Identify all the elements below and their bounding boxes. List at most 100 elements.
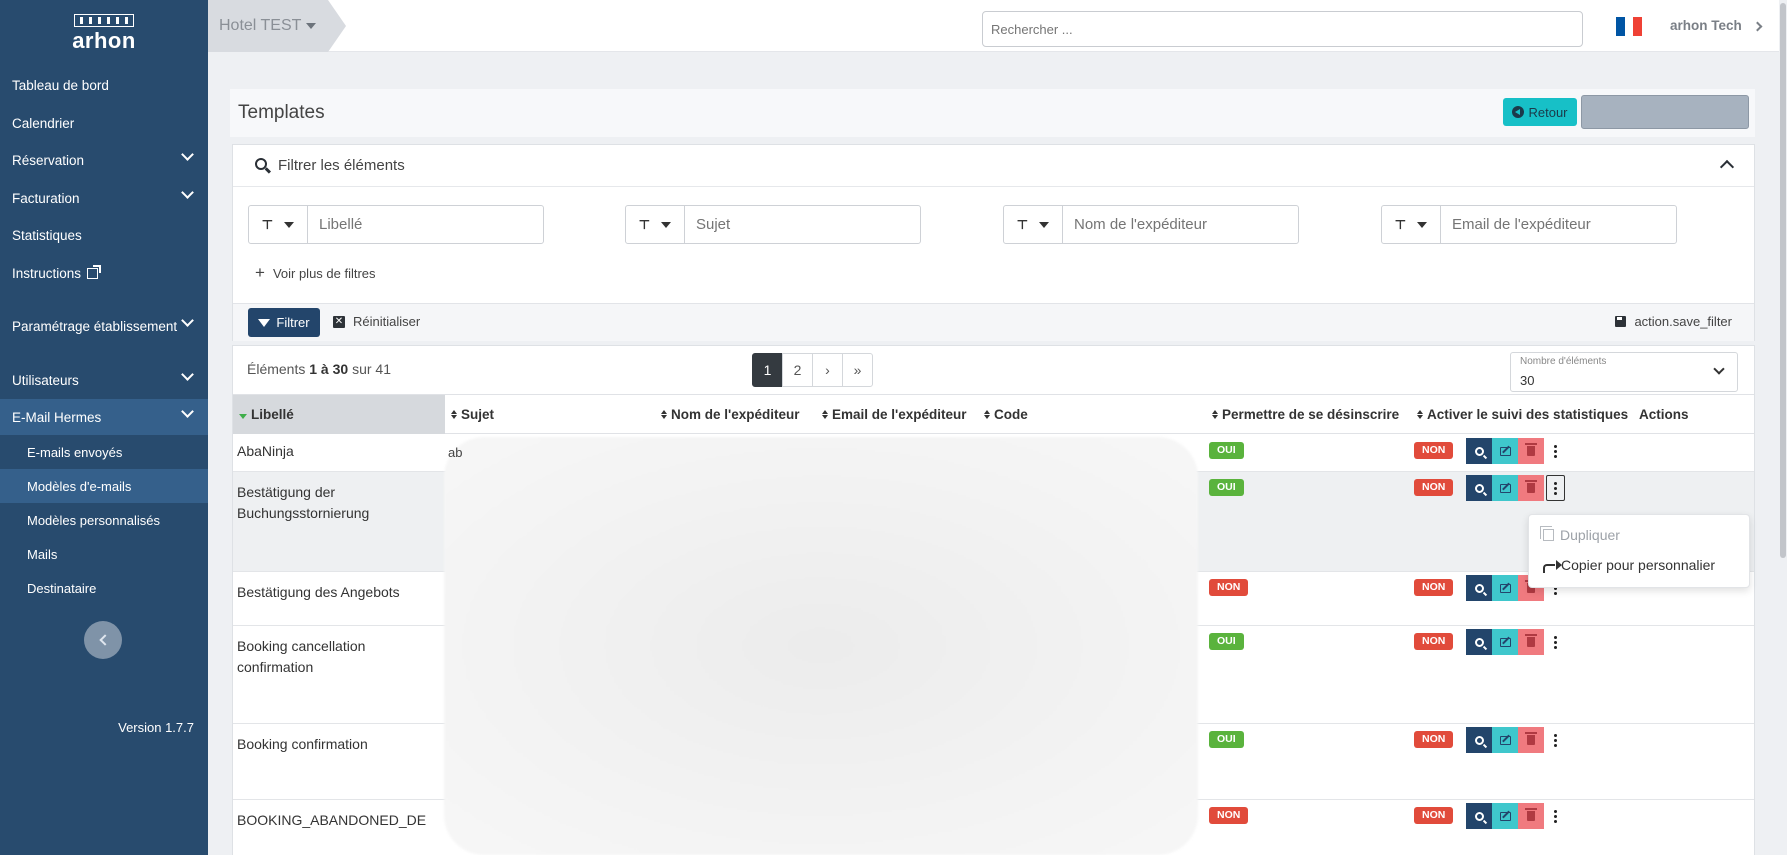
chevron-down-icon: [181, 186, 194, 199]
scrollbar[interactable]: [1779, 0, 1787, 855]
text-operator-icon: ⊤: [261, 216, 274, 232]
column-stats[interactable]: Activer le suivi des statistiques: [1417, 395, 1628, 434]
more-actions-button[interactable]: [1546, 629, 1565, 655]
sidebar-item-statistiques[interactable]: Statistiques: [0, 217, 208, 253]
sender-name-field[interactable]: [1063, 206, 1298, 243]
operator-dropdown[interactable]: ⊤: [626, 206, 685, 243]
unsubscribe-badge: NON: [1209, 579, 1249, 596]
view-button[interactable]: [1466, 727, 1492, 753]
edit-button[interactable]: [1492, 727, 1518, 753]
libelle-field[interactable]: [308, 206, 543, 243]
element-count: Éléments 1 à 30 sur 41: [247, 361, 391, 377]
edit-button[interactable]: [1492, 475, 1518, 501]
page-size-label: Nombre d'éléments: [1520, 356, 1607, 367]
more-actions-button[interactable]: [1546, 475, 1565, 501]
sidebar-subitem-mails[interactable]: Mails: [0, 537, 208, 571]
duplicate-menu-item[interactable]: Dupliquer: [1540, 526, 1620, 543]
column-sender-name[interactable]: Nom de l'expéditeur: [661, 395, 800, 434]
hotel-selector[interactable]: Hotel TEST: [208, 0, 346, 52]
row-actions: [1466, 803, 1565, 829]
operator-dropdown[interactable]: ⊤: [1004, 206, 1063, 243]
delete-button[interactable]: [1518, 438, 1544, 464]
chevron-up-icon[interactable]: [1719, 159, 1735, 175]
text-operator-icon: ⊤: [638, 216, 651, 232]
edit-button[interactable]: [1492, 629, 1518, 655]
filter-icon: [258, 318, 271, 327]
copy-icon: [1540, 526, 1554, 541]
logo[interactable]: arhon: [0, 0, 208, 60]
delete-button[interactable]: [1518, 475, 1544, 501]
user-menu[interactable]: arhon Tech: [1670, 18, 1742, 33]
logo-mark-icon: [74, 14, 134, 27]
reset-button[interactable]: ✕ Réinitialiser: [333, 314, 420, 329]
last-page-button[interactable]: »: [842, 353, 873, 387]
sidebar: arhon Tableau de bord Calendrier Réserva…: [0, 0, 208, 855]
delete-button[interactable]: [1518, 629, 1544, 655]
redacted-button[interactable]: [1581, 95, 1749, 129]
sidebar-item-instructions[interactable]: Instructions: [0, 255, 208, 291]
sidebar-item-reservation[interactable]: Réservation: [0, 142, 208, 178]
sidebar-item-tableau-de-bord[interactable]: Tableau de bord: [0, 67, 208, 103]
next-page-button[interactable]: ›: [812, 353, 843, 387]
column-code[interactable]: Code: [984, 395, 1028, 434]
search-icon: [1474, 637, 1484, 647]
sidebar-item-parametrage[interactable]: Paramétrage établissement: [0, 308, 208, 344]
save-filter-button[interactable]: action.save_filter: [1615, 314, 1732, 329]
view-button[interactable]: [1466, 438, 1492, 464]
view-button[interactable]: [1466, 803, 1492, 829]
chevron-right-icon[interactable]: [1752, 21, 1763, 32]
retour-button[interactable]: Retour: [1503, 98, 1577, 126]
search-icon: [1474, 583, 1484, 593]
chevron-left-icon: [98, 634, 111, 646]
edit-button[interactable]: [1492, 803, 1518, 829]
unsubscribe-badge: OUI: [1209, 731, 1244, 748]
sidebar-item-calendrier[interactable]: Calendrier: [0, 105, 208, 141]
scrollbar-thumb[interactable]: [1780, 3, 1786, 558]
sender-name-filter: ⊤: [1003, 205, 1299, 244]
sidebar-item-facturation[interactable]: Facturation: [0, 180, 208, 216]
save-filter-label: action.save_filter: [1634, 314, 1732, 329]
operator-dropdown[interactable]: ⊤: [249, 206, 308, 243]
sujet-field[interactable]: [685, 206, 920, 243]
page-2-button[interactable]: 2: [782, 353, 813, 387]
save-icon: [1615, 316, 1627, 327]
operator-dropdown[interactable]: ⊤: [1382, 206, 1441, 243]
copy-personalize-menu-item[interactable]: Copier pour personnalier: [1543, 557, 1715, 573]
trash-icon: [1525, 732, 1537, 745]
view-button[interactable]: [1466, 475, 1492, 501]
filter-header[interactable]: Filtrer les éléments: [233, 145, 1754, 187]
menu-item-label: Copier pour personnalier: [1561, 557, 1716, 573]
page-size-select[interactable]: Nombre d'éléments 30: [1510, 352, 1738, 392]
sidebar-subitem-modeles-personnalises[interactable]: Modèles personnalisés: [0, 503, 208, 537]
sidebar-item-email-hermes[interactable]: E-Mail Hermes: [0, 399, 208, 435]
search-input[interactable]: [982, 11, 1583, 47]
edit-button[interactable]: [1492, 438, 1518, 464]
edit-button[interactable]: [1492, 575, 1518, 601]
delete-button[interactable]: [1518, 803, 1544, 829]
page-1-button[interactable]: 1: [752, 353, 783, 387]
filter-button[interactable]: Filtrer: [248, 308, 320, 337]
more-filters-link[interactable]: + Voir plus de filtres: [255, 263, 376, 283]
sidebar-subitem-destinataire[interactable]: Destinataire: [0, 571, 208, 605]
sidebar-item-label: E-Mail Hermes: [12, 409, 102, 425]
view-button[interactable]: [1466, 629, 1492, 655]
column-sujet[interactable]: Sujet: [451, 395, 494, 434]
view-button[interactable]: [1466, 575, 1492, 601]
column-sender-email[interactable]: Email de l'expéditeur: [822, 395, 967, 434]
sidebar-item-label: Mails: [27, 546, 58, 562]
sidebar-subitem-modeles-emails[interactable]: Modèles d'e-mails: [0, 469, 208, 503]
more-actions-button[interactable]: [1546, 803, 1565, 829]
share-icon: [1543, 559, 1562, 573]
sender-email-field[interactable]: [1441, 206, 1676, 243]
row-actions: [1466, 629, 1565, 655]
sidebar-subitem-emails-envoyes[interactable]: E-mails envoyés: [0, 435, 208, 469]
column-unsubscribe[interactable]: Permettre de se désinscrire: [1212, 395, 1399, 434]
delete-button[interactable]: [1518, 727, 1544, 753]
french-flag-icon[interactable]: [1616, 17, 1643, 36]
unsubscribe-badge: NON: [1209, 807, 1249, 824]
more-actions-button[interactable]: [1546, 438, 1565, 464]
column-libelle[interactable]: Libellé: [233, 395, 445, 434]
collapse-sidebar-button[interactable]: [84, 621, 122, 659]
sidebar-item-utilisateurs[interactable]: Utilisateurs: [0, 362, 208, 398]
more-actions-button[interactable]: [1546, 727, 1565, 753]
